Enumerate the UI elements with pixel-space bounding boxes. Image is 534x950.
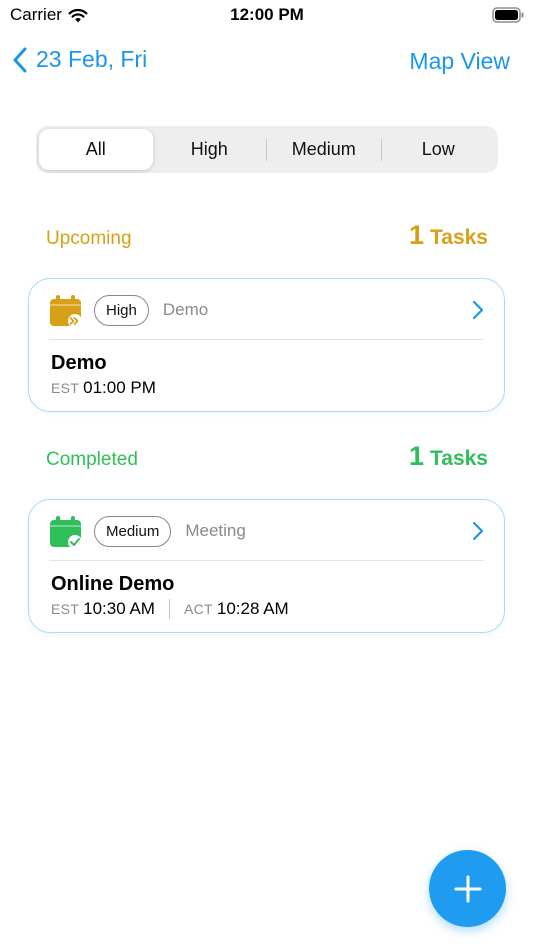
- time-separator: [168, 599, 170, 619]
- filter-low[interactable]: Low: [382, 129, 496, 170]
- est-label: EST: [51, 601, 80, 617]
- task-count: 1 Tasks: [409, 220, 488, 251]
- battery-icon: [492, 7, 524, 23]
- task-times: EST 01:00 PM: [51, 378, 156, 398]
- task-card-header: Medium Meeting: [49, 514, 484, 548]
- section-title: Upcoming: [46, 228, 132, 249]
- priority-badge: High: [94, 294, 149, 326]
- chevron-right-icon: [472, 300, 484, 320]
- est-time: 10:30 AM: [83, 599, 155, 618]
- status-time: 12:00 PM: [230, 5, 304, 24]
- navigation-bar: 23 Feb, Fri Map View: [0, 40, 534, 84]
- status-bar: Carrier 12:00 PM: [0, 0, 534, 32]
- task-card-header: High Demo: [49, 293, 484, 327]
- back-button[interactable]: 23 Feb, Fri: [12, 46, 147, 73]
- act-time: 10:28 AM: [216, 599, 289, 618]
- completed-section-header: Completed 1 Tasks: [46, 441, 488, 472]
- est-time: 01:00 PM: [83, 378, 156, 397]
- task-card[interactable]: Medium Meeting Online Demo EST 10:30 AM …: [28, 499, 505, 633]
- task-category: Demo: [162, 300, 209, 319]
- task-title: Demo: [51, 352, 107, 374]
- filter-high[interactable]: High: [153, 129, 267, 170]
- card-divider: [49, 339, 484, 340]
- task-count-number: 1: [408, 441, 424, 471]
- chevron-left-icon: [13, 47, 27, 72]
- map-view-button[interactable]: Map View: [409, 48, 510, 75]
- task-title: Online Demo: [51, 573, 175, 595]
- task-count-label: Tasks: [430, 226, 488, 249]
- filter-all[interactable]: All: [39, 129, 153, 170]
- calendar-forward-icon: [50, 294, 82, 327]
- task-count: 1 Tasks: [409, 441, 488, 472]
- upcoming-section-header: Upcoming 1 Tasks: [46, 220, 488, 251]
- act-label: ACT: [183, 601, 213, 617]
- chevron-right-icon: [472, 521, 484, 541]
- task-count-number: 1: [408, 220, 424, 250]
- priority-badge: Medium: [94, 515, 172, 547]
- task-times: EST 10:30 AM ACT 10:28 AM: [51, 599, 289, 619]
- plus-icon: [454, 875, 481, 902]
- task-category: Meeting: [185, 521, 246, 540]
- task-count-label: Tasks: [430, 447, 488, 470]
- calendar-check-icon: [50, 515, 82, 548]
- task-card[interactable]: High Demo Demo EST 01:00 PM: [28, 278, 505, 412]
- add-task-button[interactable]: [429, 850, 506, 927]
- priority-filter: All High Medium Low: [36, 126, 498, 173]
- filter-medium[interactable]: Medium: [267, 129, 381, 170]
- back-date-label: 23 Feb, Fri: [36, 46, 148, 72]
- section-title: Completed: [46, 449, 138, 470]
- est-label: EST: [51, 380, 80, 396]
- card-divider: [49, 560, 484, 561]
